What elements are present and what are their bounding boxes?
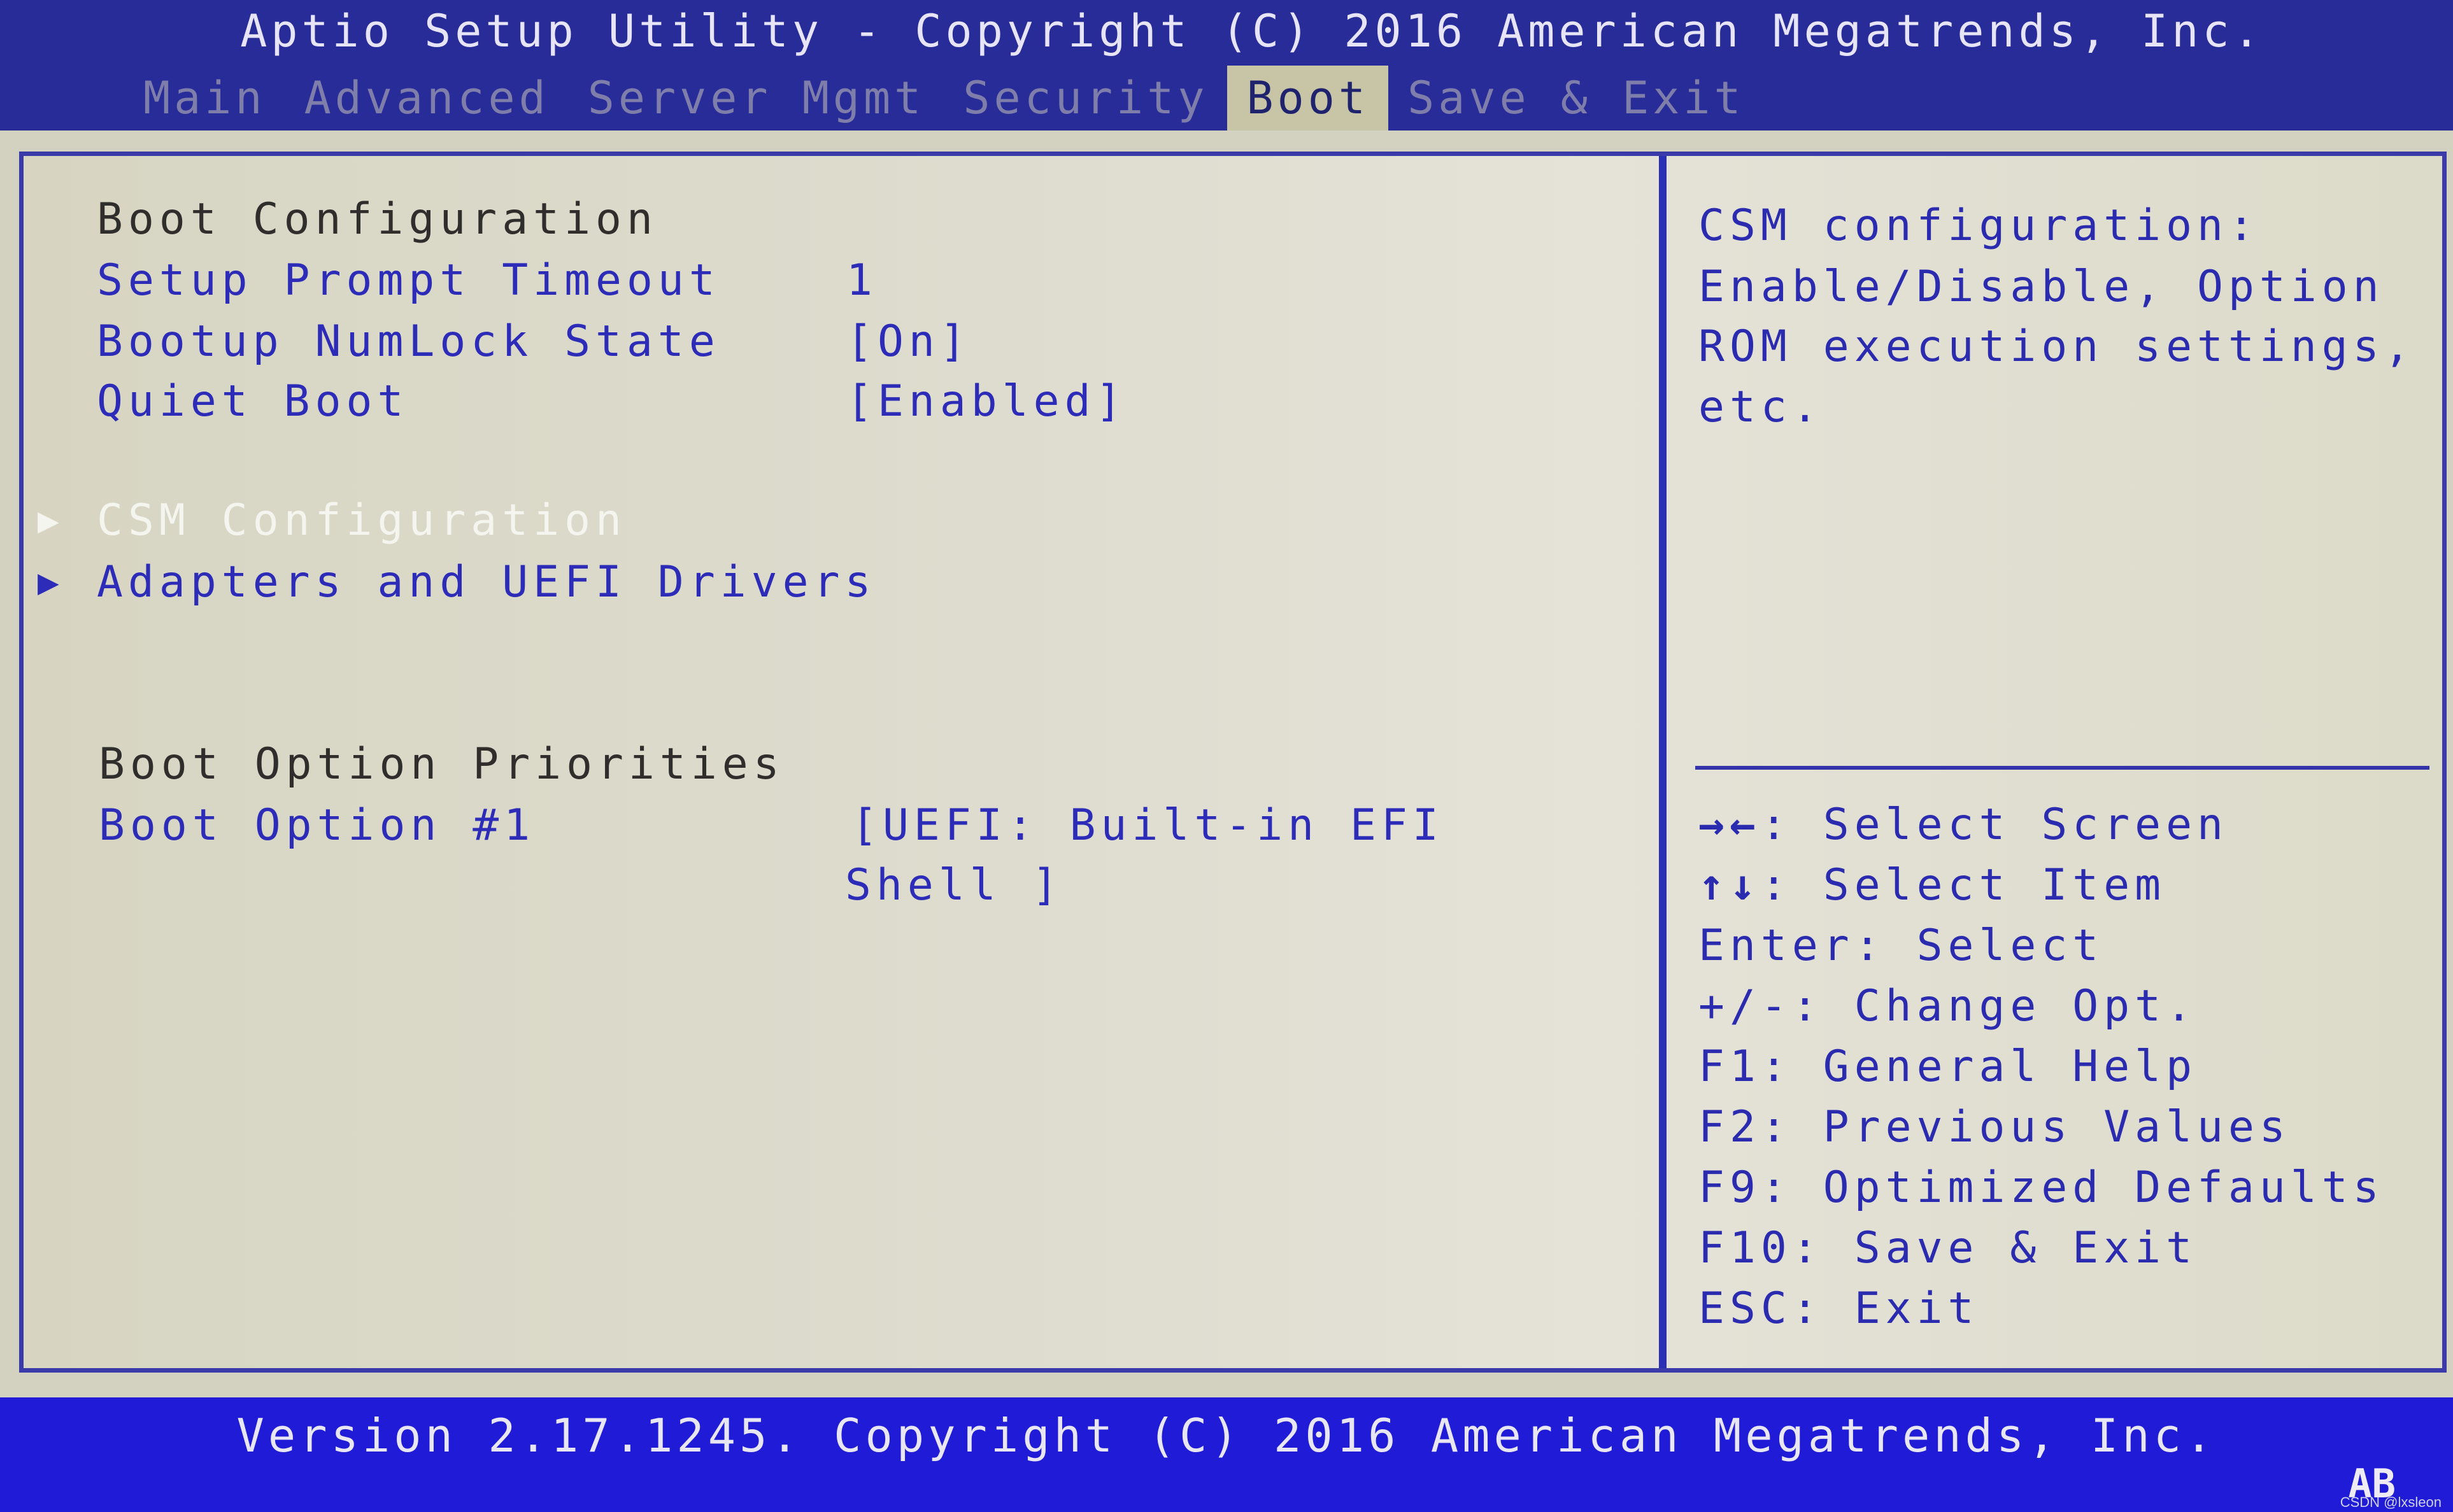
help-key-action: : Select Screen	[1760, 800, 2228, 850]
help-key: F9	[1698, 1162, 1761, 1213]
work-area: Boot Configuration Setup Prompt Timeout …	[0, 131, 2453, 1397]
tab-advanced[interactable]: Advanced	[285, 66, 569, 131]
watermark: CSDN @lxsleon	[2340, 1494, 2442, 1510]
triangle-right-icon: ▶	[38, 562, 59, 603]
help-key-row: →←: Select Screen	[1698, 795, 2228, 856]
setting-bootup-numlock-label[interactable]: Bootup NumLock State	[97, 311, 720, 372]
help-key: +/-	[1698, 981, 1792, 1031]
help-description-line: ROM execution settings,	[1698, 321, 2415, 372]
setting-bootup-numlock-value[interactable]: [On]	[846, 311, 971, 372]
help-key-row: F9: Optimized Defaults	[1698, 1157, 2384, 1219]
help-key-action: : Exit	[1791, 1283, 1979, 1334]
boot-option-1-value-cont[interactable]: Shell ]	[845, 855, 1063, 916]
help-key: F2	[1698, 1102, 1761, 1152]
setting-setup-prompt-timeout-value[interactable]: 1	[846, 250, 878, 311]
submenu-label: Adapters and UEFI Drivers	[97, 557, 876, 607]
help-description-line: etc.	[1698, 382, 1823, 432]
help-key-row: Enter: Select	[1698, 915, 2103, 977]
help-key: F10	[1698, 1223, 1792, 1273]
panel-divider	[1659, 156, 1667, 1368]
help-key-row: ESC: Exit	[1698, 1278, 1979, 1339]
help-key-row: ↑↓: Select Item	[1698, 855, 2166, 916]
setting-setup-prompt-timeout-label[interactable]: Setup Prompt Timeout	[97, 250, 720, 311]
help-description-line: Enable/Disable, Option	[1698, 262, 2384, 312]
help-key-action: : Previous Values	[1760, 1102, 2291, 1152]
help-key-action: : Select	[1854, 921, 2104, 971]
help-description-line: CSM configuration:	[1698, 201, 2259, 251]
help-key-action: : Optimized Defaults	[1760, 1162, 2384, 1213]
help-key: ESC	[1698, 1283, 1792, 1334]
bios-header: Aptio Setup Utility - Copyright (C) 2016…	[0, 0, 2453, 131]
triangle-right-icon: ▶	[38, 500, 59, 541]
submenu-label: CSM Configuration	[97, 495, 627, 546]
bios-footer: Version 2.17.1245. Copyright (C) 2016 Am…	[0, 1397, 2453, 1512]
help-key-row: +/-: Change Opt.	[1698, 976, 2197, 1037]
boot-option-1-value[interactable]: [UEFI: Built-in EFI	[851, 795, 1444, 856]
main-frame: Boot Configuration Setup Prompt Timeout …	[19, 152, 2447, 1373]
up-down-arrows-icon: ↑↓	[1698, 860, 1761, 910]
tab-bar: Main Advanced Server Mgmt Security Boot …	[124, 66, 1764, 131]
help-key: F1	[1698, 1042, 1761, 1092]
left-right-arrows-icon: →←	[1698, 800, 1761, 850]
tab-security[interactable]: Security	[944, 66, 1227, 131]
help-key-action: : Save & Exit	[1791, 1223, 2198, 1273]
tab-save-exit[interactable]: Save & Exit	[1388, 66, 1764, 131]
settings-panel: Boot Configuration Setup Prompt Timeout …	[24, 156, 1659, 1368]
tab-server-mgmt[interactable]: Server Mgmt	[569, 66, 944, 131]
tab-boot[interactable]: Boot	[1227, 66, 1389, 131]
help-key: Enter	[1698, 921, 1854, 971]
help-key-action: : General Help	[1760, 1042, 2198, 1092]
setting-quiet-boot-label[interactable]: Quiet Boot	[97, 371, 408, 432]
boot-option-1-label[interactable]: Boot Option #1	[99, 795, 535, 856]
help-key-action: : Select Item	[1760, 860, 2166, 910]
help-key-row: F10: Save & Exit	[1698, 1218, 2197, 1279]
help-separator	[1695, 766, 2429, 770]
help-key-row: F2: Previous Values	[1698, 1097, 2291, 1158]
bios-title: Aptio Setup Utility - Copyright (C) 2016…	[240, 5, 2264, 57]
help-key-row: F1: General Help	[1698, 1036, 2197, 1098]
section-boot-configuration: Boot Configuration	[97, 194, 658, 244]
help-key-action: : Change Opt.	[1791, 981, 2198, 1031]
setting-quiet-boot-value[interactable]: [Enabled]	[846, 371, 1127, 432]
section-boot-option-priorities: Boot Option Priorities	[99, 739, 785, 789]
version-text: Version 2.17.1245. Copyright (C) 2016 Am…	[236, 1409, 2217, 1462]
help-panel: CSM configuration: Enable/Disable, Optio…	[1667, 156, 2442, 1368]
tab-main[interactable]: Main	[124, 66, 285, 131]
